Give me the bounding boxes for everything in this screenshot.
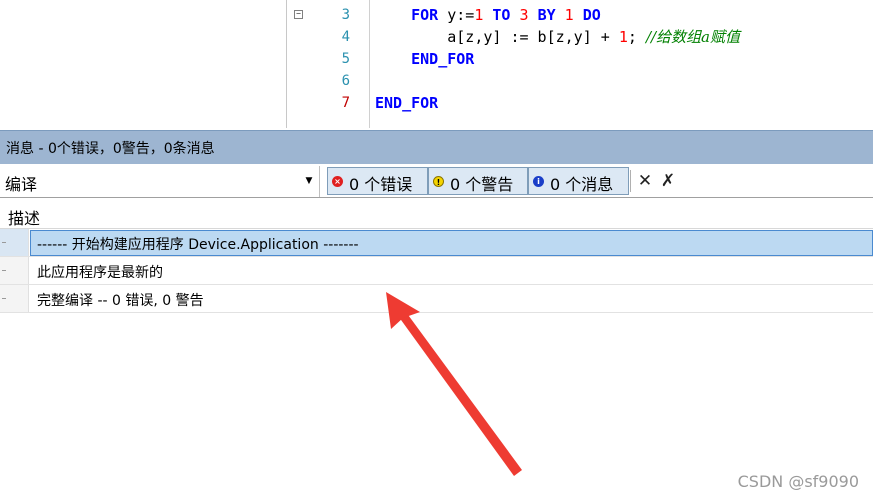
message-row[interactable]: 完整编译 -- 0 错误, 0 警告 [0,285,873,313]
row-tick-mark [2,242,6,243]
message-category-value: 编译 [5,175,38,194]
code-keyword: END_FOR [411,50,475,68]
code-line[interactable]: a[z,y] := b[z,y] + 1; //给数组a赋值 [375,26,740,48]
code-keyword: BY [537,6,556,24]
errors-filter-label: 0 个错误 [349,175,413,194]
message-category-select[interactable]: 编译 ▼ [0,166,320,197]
chevron-down-icon[interactable]: ▼ [302,172,316,190]
row-tick-mark [2,270,6,271]
column-header-label: 描述 [8,209,41,228]
warnings-filter-label: 0 个警告 [450,175,514,194]
line-number: 7 [341,95,350,111]
declaration-pane[interactable] [0,0,287,128]
messages-title-bar[interactable]: 消息 - 0个错误，0警告，0条消息 [0,130,873,164]
message-text: 完整编译 -- 0 错误, 0 警告 [37,293,204,309]
message-list[interactable]: 描述 ------ 开始构建应用程序 Device.Application --… [0,199,873,501]
clear-icon[interactable]: ✕ [636,169,654,193]
code-keyword: FOR [411,6,439,24]
code-text: y:= [438,6,475,24]
message-row[interactable]: 此应用程序是最新的 [0,257,873,285]
code-keyword: END_FOR [375,94,439,112]
code-keyword: TO [492,6,511,24]
toolbar-separator [630,170,631,192]
code-line[interactable]: END_FOR [375,92,438,114]
error-icon: × [332,176,343,187]
message-row[interactable]: ------ 开始构建应用程序 Device.Application -----… [0,229,873,257]
message-text: ------ 开始构建应用程序 Device.Application -----… [37,237,359,253]
line-number: 4 [341,29,350,45]
clear-all-icon[interactable]: ✗ [659,169,677,193]
code-line[interactable]: FOR y:=1 TO 3 BY 1 DO [375,4,601,26]
column-header-description[interactable]: 描述 [0,199,873,229]
info-icon: i [533,176,544,187]
row-tick-mark [2,298,6,299]
code-number: 1 [618,28,628,46]
code-text: ; [627,28,646,46]
messages-filter-label: 0 个消息 [550,175,614,194]
code-text: a[z,y] := b[z,y] + [375,28,619,46]
code-number: 3 [519,6,529,24]
line-number: 6 [341,73,350,89]
messages-filter-button[interactable]: i 0 个消息 [528,167,629,195]
warning-icon: ! [433,176,444,187]
line-number: 5 [341,51,350,67]
errors-filter-button[interactable]: × 0 个错误 [327,167,428,195]
messages-title: 消息 - 0个错误，0警告，0条消息 [6,141,215,157]
code-editor[interactable]: − 3 FOR y:=1 TO 3 BY 1 DO 4 a[z,y] := b[z… [0,0,873,128]
code-keyword: DO [582,6,601,24]
line-number: 3 [341,7,350,23]
code-number: 1 [564,6,574,24]
warnings-filter-button[interactable]: ! 0 个警告 [428,167,528,195]
code-line[interactable]: END_FOR [375,48,474,70]
watermark: CSDN @sf9090 [737,472,859,491]
code-comment: //给数组a赋值 [645,28,740,46]
message-text: 此应用程序是最新的 [37,265,163,281]
messages-toolbar: 编译 ▼ × 0 个错误 ! 0 个警告 i 0 个消息 ✕ ✗ [0,166,873,198]
